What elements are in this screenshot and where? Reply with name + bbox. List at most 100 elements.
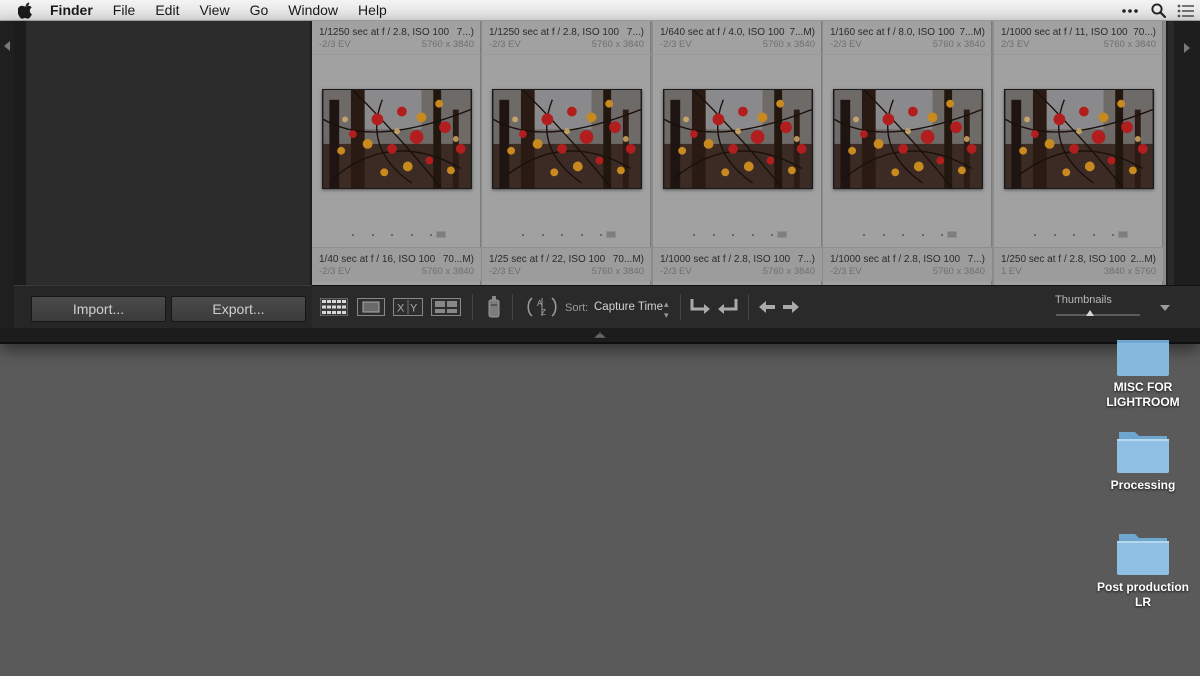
menu-file[interactable]: File — [113, 2, 136, 18]
lens-info: 7...) — [626, 27, 644, 38]
desktop-folder[interactable]: Post production LR — [1088, 532, 1198, 610]
exposure-info: 1/1250 sec at f / 2.8, ISO 100 — [489, 27, 620, 38]
color-label-icon[interactable] — [1118, 231, 1128, 238]
grid-cell[interactable]: 1/640 sec at f / 4.0, ISO 100 7...M) -2/3… — [653, 21, 822, 285]
sort-dropdown[interactable]: Capture Time — [594, 301, 663, 313]
rating-stars[interactable] — [863, 233, 943, 237]
grid-scrollbar[interactable] — [1166, 21, 1200, 285]
menu-finder[interactable]: Finder — [50, 2, 93, 18]
photo-thumbnail[interactable] — [492, 89, 642, 189]
loupe-view-icon[interactable] — [357, 295, 385, 319]
menu-go[interactable]: Go — [250, 2, 269, 18]
rotate-left-icon[interactable] — [689, 295, 711, 319]
photo-thumbnail[interactable] — [1004, 89, 1154, 189]
photo-thumbnail[interactable] — [833, 89, 983, 189]
collapse-right-icon[interactable] — [1184, 43, 1190, 53]
folder-label: Post production LR — [1097, 580, 1189, 609]
toolbar-separator — [748, 294, 749, 320]
more-icon[interactable] — [1116, 0, 1144, 21]
left-panel-toggle[interactable] — [0, 21, 14, 328]
rotate-right-icon[interactable] — [717, 295, 739, 319]
survey-view-icon[interactable] — [431, 295, 461, 319]
lens-info: 7...M) — [789, 27, 815, 38]
exposure-info: 1/40 sec at f / 16, ISO 100 — [319, 254, 436, 265]
svg-text:Y: Y — [410, 303, 418, 315]
grid-cell[interactable]: 1/1250 sec at f / 2.8, ISO 100 7...) -2/3… — [312, 21, 481, 285]
previous-photo-icon[interactable] — [758, 295, 776, 319]
sort-direction-icon[interactable]: A Z — [526, 295, 558, 319]
dimensions: 5760 x 3840 — [932, 39, 985, 50]
exposure-bias: -2/3 EV — [660, 266, 692, 277]
painter-spray-icon[interactable] — [486, 295, 502, 319]
menu-bar: Finder File Edit View Go Window Help — [0, 0, 1200, 21]
apple-icon[interactable] — [18, 2, 34, 19]
photo-thumbnail[interactable] — [663, 89, 813, 189]
panel-resize-grip-icon[interactable] — [594, 332, 606, 338]
cell-metadata-bottom: 1/1000 sec at f / 2.8, ISO 100 7...) -2/3… — [653, 247, 822, 281]
compare-view-icon[interactable]: XY — [393, 295, 423, 319]
cell-metadata-bottom: 1/250 sec at f / 2.8, ISO 100 2...M) 1 EV… — [994, 247, 1163, 281]
scroll-track[interactable] — [1168, 21, 1174, 285]
cell-metadata-bottom: 1/25 sec at f / 22, ISO 100 70...M) -2/3 … — [482, 247, 651, 281]
library-grid: 1/1250 sec at f / 2.8, ISO 100 7...) -2/3… — [312, 21, 1166, 285]
thumbnails-slider-handle[interactable] — [1085, 310, 1094, 316]
sort-dropdown-caret-icon[interactable]: ▴ ▾ — [664, 299, 669, 321]
menu-view[interactable]: View — [199, 2, 229, 18]
next-photo-icon[interactable] — [782, 295, 800, 319]
grid-cell[interactable]: 1/1000 sec at f / 11, ISO 100 70...) 2/3 … — [994, 21, 1163, 285]
folder-icon[interactable] — [1115, 340, 1171, 376]
rating-stars[interactable] — [352, 233, 432, 237]
notification-center-icon[interactable] — [1172, 0, 1200, 21]
folder-label: MISC FOR LIGHTROOM — [1106, 380, 1180, 409]
grid-cell[interactable]: 1/160 sec at f / 8.0, ISO 100 7...M) -2/3… — [823, 21, 992, 285]
dimensions: 5760 x 3840 — [762, 39, 815, 50]
sort-label: Sort: — [565, 302, 589, 314]
svg-text:X: X — [397, 303, 405, 315]
rating-stars[interactable] — [693, 233, 773, 237]
grid-cell[interactable]: 1/1250 sec at f / 2.8, ISO 100 7...) -2/3… — [482, 21, 651, 285]
cell-metadata-top: 1/1000 sec at f / 11, ISO 100 70...) 2/3 … — [994, 21, 1163, 55]
color-label-icon[interactable] — [777, 231, 787, 238]
color-label-icon[interactable] — [436, 231, 446, 238]
exposure-bias: -2/3 EV — [489, 266, 521, 277]
photo-thumbnail[interactable] — [322, 89, 472, 189]
dimensions: 5760 x 3840 — [591, 266, 644, 277]
exposure-bias: -2/3 EV — [319, 266, 351, 277]
menu-edit[interactable]: Edit — [155, 2, 179, 18]
exposure-info: 1/160 sec at f / 8.0, ISO 100 — [830, 27, 955, 38]
desktop-folder[interactable]: MISC FOR LIGHTROOM — [1088, 340, 1198, 410]
folder-label: Processing — [1110, 478, 1176, 492]
exposure-bias: -2/3 EV — [489, 39, 521, 50]
cell-metadata-bottom: 1/40 sec at f / 16, ISO 100 70...M) -2/3 … — [312, 247, 481, 281]
color-label-icon[interactable] — [606, 231, 616, 238]
desktop-folder[interactable]: Processing — [1088, 430, 1198, 493]
cell-metadata-top: 1/640 sec at f / 4.0, ISO 100 7...M) -2/3… — [653, 21, 822, 55]
rating-stars[interactable] — [522, 233, 602, 237]
rating-stars[interactable] — [1034, 233, 1114, 237]
exposure-info: 1/1000 sec at f / 11, ISO 100 — [1001, 27, 1128, 38]
lens-info: 7...) — [456, 27, 474, 38]
folder-icon[interactable] — [1115, 430, 1171, 474]
exposure-bias: 2/3 EV — [1001, 39, 1030, 50]
exposure-bias: 1 EV — [1001, 266, 1022, 277]
grid-view-icon[interactable] — [320, 295, 348, 319]
exposure-info: 1/640 sec at f / 4.0, ISO 100 — [660, 27, 785, 38]
spotlight-search-icon[interactable] — [1144, 0, 1172, 21]
menu-window[interactable]: Window — [288, 2, 338, 18]
folder-icon[interactable] — [1115, 532, 1171, 576]
lens-info: 7...) — [967, 254, 985, 265]
import-button[interactable]: Import... — [31, 296, 166, 322]
lightroom-window: Import... Export... 1/1250 sec at f / 2.… — [0, 21, 1200, 344]
window-bottom-bar — [0, 328, 1200, 342]
collapse-left-icon[interactable] — [4, 41, 10, 51]
thumbnails-size-slider[interactable] — [1056, 314, 1140, 316]
color-label-icon[interactable] — [947, 231, 957, 238]
cell-metadata-top: 1/1250 sec at f / 2.8, ISO 100 7...) -2/3… — [312, 21, 481, 55]
lens-info: 70...M) — [612, 254, 644, 265]
dimensions: 3840 x 5760 — [1103, 266, 1156, 277]
export-button[interactable]: Export... — [171, 296, 306, 322]
left-panel-footer: Import... Export... — [14, 285, 312, 328]
menu-help[interactable]: Help — [358, 2, 387, 18]
exposure-info: 1/25 sec at f / 22, ISO 100 — [489, 254, 606, 265]
toolbar-options-chevron-down-icon[interactable] — [1160, 305, 1170, 311]
